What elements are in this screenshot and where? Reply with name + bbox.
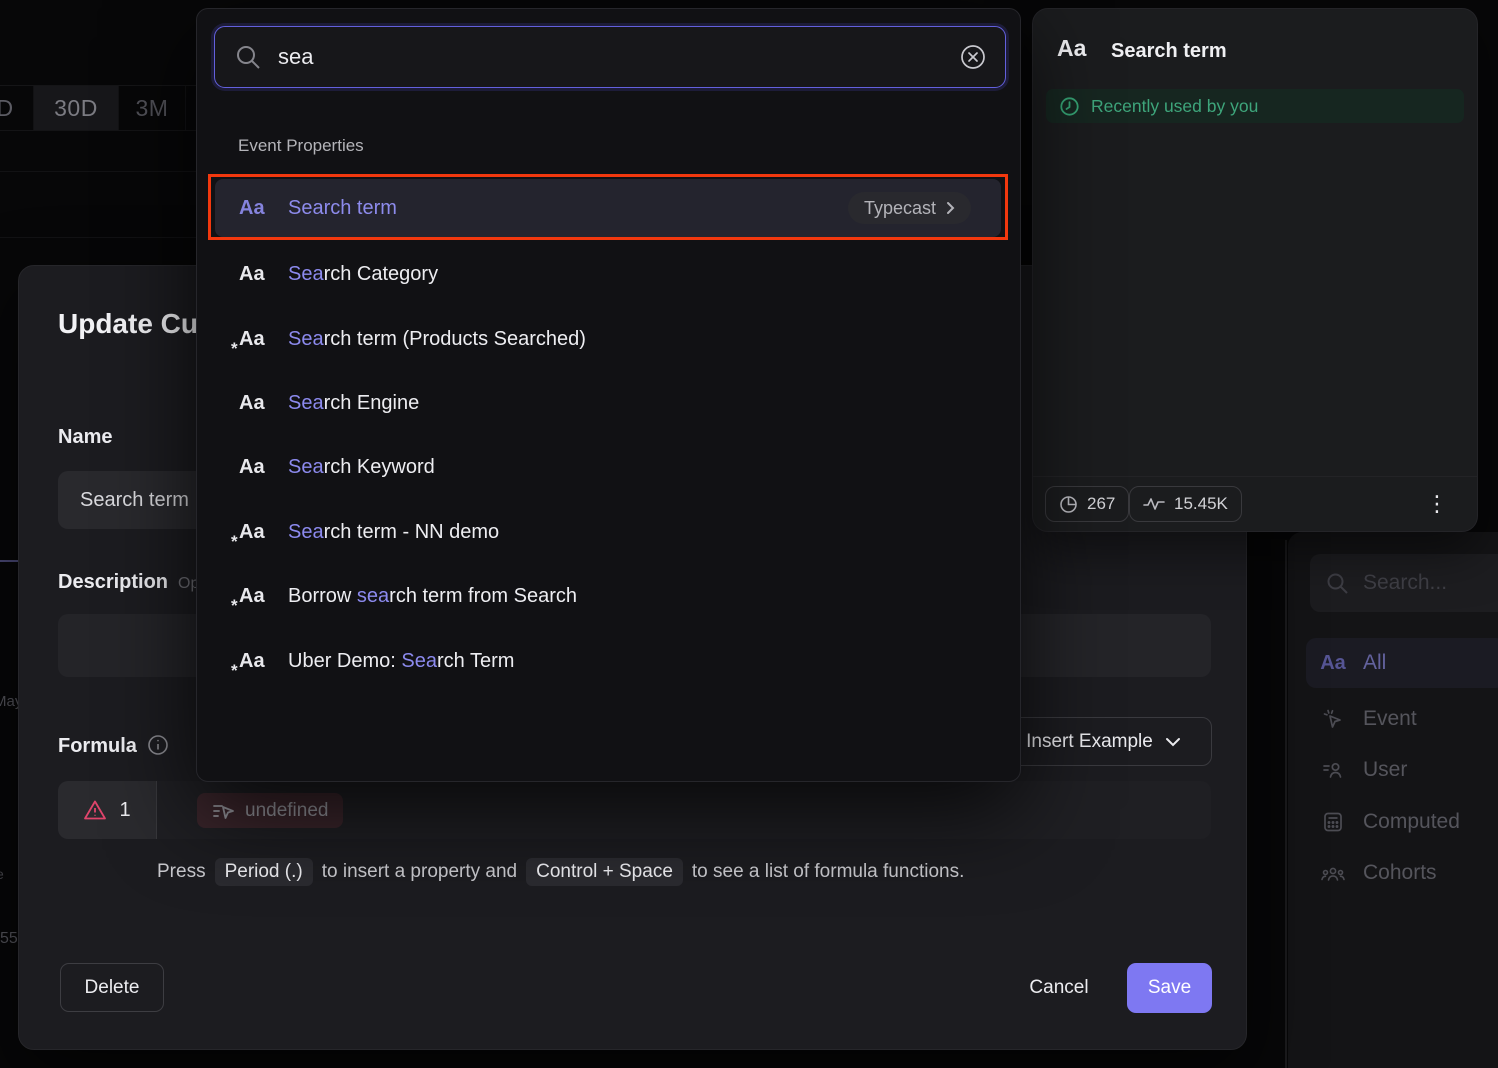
insert-example-button[interactable]: Insert Example	[995, 717, 1212, 766]
delete-button[interactable]: Delete	[60, 963, 164, 1012]
sidebar-item-event[interactable]: Event	[1306, 696, 1498, 742]
chart-line-fragment	[0, 560, 18, 562]
name-value: Search term	[80, 489, 189, 512]
string-type-icon: Aa*	[239, 263, 273, 286]
list-item-search-term-products[interactable]: Aa* Search term (Products Searched)	[215, 310, 1001, 368]
formula-input[interactable]: 1 undefined	[58, 781, 1211, 839]
clear-search-icon[interactable]	[959, 43, 987, 71]
panel-divider	[1285, 540, 1287, 1068]
recently-used-label: Recently used by you	[1091, 96, 1258, 117]
property-search-dropdown: sea Event Properties Aa* Search term Typ…	[196, 8, 1021, 782]
properties-sidebar: Search... Aa All Event User Computed	[1288, 532, 1498, 1068]
volume-value: 15.45K	[1174, 494, 1228, 514]
undefined-formula-chip[interactable]: undefined	[197, 793, 343, 828]
cardinality-value: 267	[1087, 494, 1115, 514]
panel-footer-divider	[1033, 476, 1477, 477]
save-button[interactable]: Save	[1127, 963, 1212, 1013]
custom-string-type-icon: Aa*	[239, 585, 273, 608]
kbd-control-space: Control + Space	[526, 858, 683, 886]
string-type-icon: Aa	[1057, 35, 1086, 62]
list-item-borrow-search-term[interactable]: Aa* Borrow search term from Search	[215, 567, 1001, 625]
app-screen: D 30D 3M May e 55 Update Cu Name Search …	[0, 0, 1498, 1068]
cancel-button[interactable]: Cancel	[1004, 963, 1114, 1012]
sidebar-item-label: All	[1363, 651, 1386, 675]
activity-icon	[1143, 496, 1165, 512]
list-item-search-category[interactable]: Aa* Search Category	[215, 245, 1001, 303]
sidebar-item-label: User	[1363, 758, 1407, 782]
time-segment-fragment[interactable]: D	[0, 86, 18, 130]
sidebar-item-all[interactable]: Aa All	[1306, 638, 1498, 688]
property-details-panel: Aa Search term Recently used by you 267 …	[1032, 8, 1478, 532]
formula-hint-text: Press Period (.) to insert a property an…	[157, 858, 964, 886]
typecast-button[interactable]: Typecast	[848, 192, 971, 224]
sidebar-item-cohorts[interactable]: Cohorts	[1306, 850, 1498, 896]
insert-property-icon	[212, 802, 236, 820]
formula-error-gutter: 1	[58, 781, 157, 839]
search-icon	[235, 44, 261, 70]
list-item-search-engine[interactable]: Aa* Search Engine	[215, 374, 1001, 432]
sidebar-item-label: Cohorts	[1363, 861, 1437, 885]
custom-string-type-icon: Aa*	[239, 521, 273, 544]
chart-gridline	[0, 237, 196, 238]
chart-gridline	[0, 171, 196, 172]
sidebar-search-placeholder: Search...	[1363, 571, 1447, 595]
sidebar-item-label: Event	[1363, 707, 1417, 731]
string-type-icon: Aa	[1320, 652, 1346, 675]
sidebar-item-label: Computed	[1363, 810, 1460, 834]
list-item-search-keyword[interactable]: Aa* Search Keyword	[215, 438, 1001, 496]
user-icon	[1320, 758, 1346, 782]
search-input[interactable]: sea	[214, 26, 1006, 88]
axis-fragment: e	[0, 866, 4, 882]
info-icon[interactable]	[147, 734, 169, 762]
insert-example-label: Insert Example	[1026, 731, 1153, 753]
modal-title: Update Cu	[58, 308, 198, 340]
search-query: sea	[278, 44, 959, 70]
cohorts-icon	[1320, 861, 1346, 885]
list-item-search-term[interactable]: Aa* Search term Typecast	[215, 179, 1001, 237]
custom-string-type-icon: Aa*	[239, 650, 273, 673]
clock-icon	[1059, 96, 1080, 117]
section-header: Event Properties	[238, 136, 364, 156]
formula-label: Formula	[58, 734, 169, 762]
event-cursor-icon	[1320, 707, 1346, 731]
error-count: 1	[119, 799, 130, 822]
sidebar-search-input[interactable]: Search...	[1310, 554, 1498, 612]
pie-chart-icon	[1059, 495, 1078, 514]
search-icon	[1326, 572, 1349, 595]
typecast-label: Typecast	[864, 198, 936, 219]
kbd-period: Period (.)	[215, 858, 313, 886]
recently-used-badge: Recently used by you	[1046, 89, 1464, 123]
list-item-uber-demo-search-term[interactable]: Aa* Uber Demo: Search Term	[215, 632, 1001, 690]
time-segment-30d[interactable]: 30D	[33, 86, 119, 130]
volume-stat-pill[interactable]: 15.45K	[1129, 486, 1242, 522]
list-item-search-term-nn-demo[interactable]: Aa* Search term - NN demo	[215, 503, 1001, 561]
string-type-icon: Aa*	[239, 392, 273, 415]
chevron-right-icon	[946, 201, 955, 215]
calculator-icon	[1320, 810, 1346, 834]
sidebar-item-computed[interactable]: Computed	[1306, 799, 1498, 845]
time-segment-3m[interactable]: 3M	[119, 86, 186, 130]
chevron-down-icon	[1165, 737, 1181, 747]
chip-label: undefined	[245, 800, 328, 822]
y-axis-label: 55	[0, 930, 18, 948]
sidebar-item-user[interactable]: User	[1306, 747, 1498, 793]
property-title: Search term	[1111, 40, 1227, 63]
name-label: Name	[58, 426, 112, 449]
cardinality-stat-pill[interactable]: 267	[1045, 486, 1129, 522]
custom-string-type-icon: Aa*	[239, 328, 273, 351]
string-type-icon: Aa*	[239, 197, 273, 220]
more-options-button[interactable]: ⋮	[1427, 488, 1447, 520]
string-type-icon: Aa*	[239, 456, 273, 479]
warning-icon	[83, 799, 107, 821]
